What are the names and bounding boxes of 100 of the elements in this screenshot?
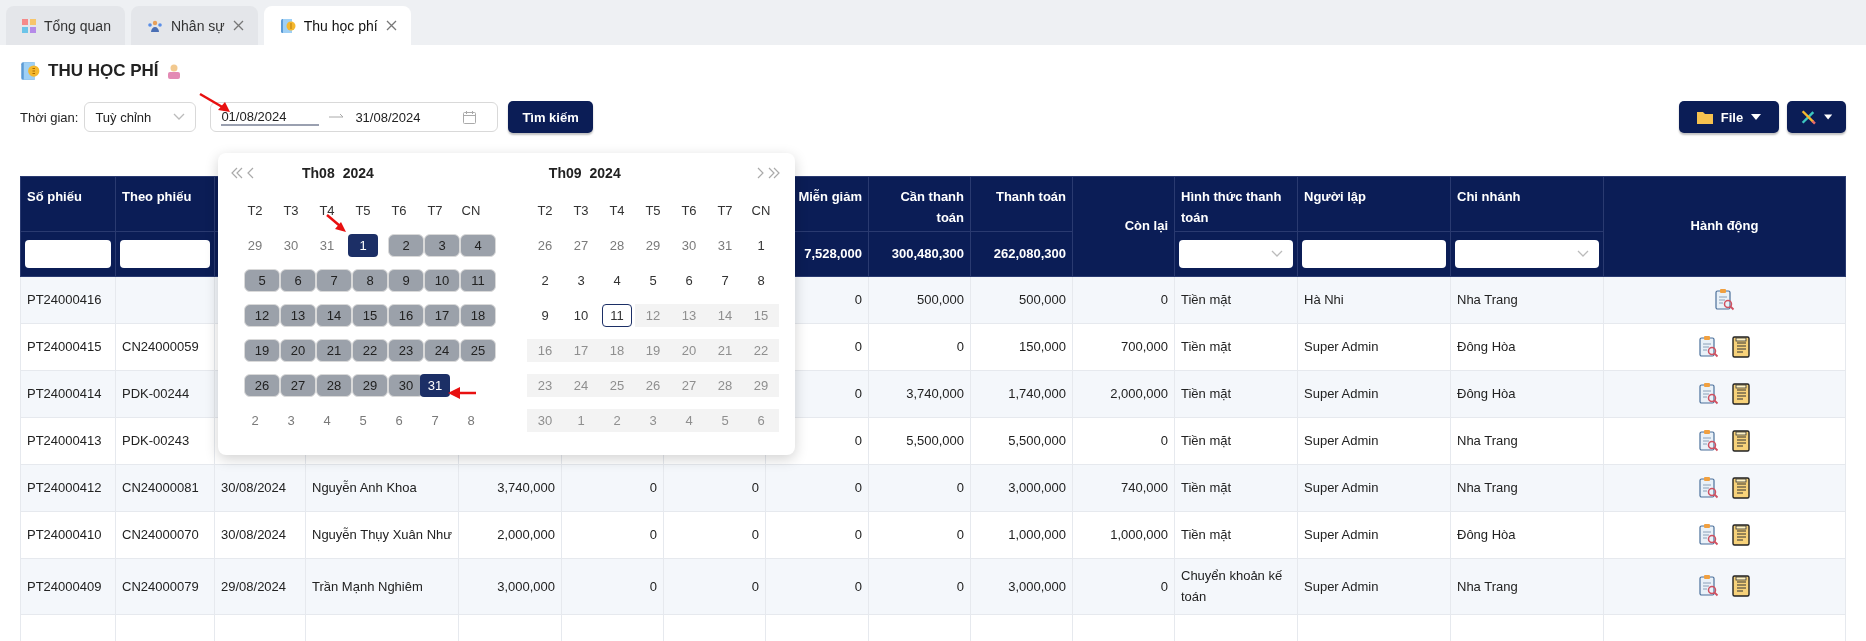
clipboard-search-icon[interactable]	[1697, 574, 1720, 599]
filter-input[interactable]	[120, 240, 210, 268]
calendar-day[interactable]: 3	[563, 269, 599, 292]
calendar-day[interactable]: 3	[273, 409, 309, 432]
tools-button[interactable]	[1787, 101, 1846, 133]
calendar-day[interactable]: 11	[460, 269, 496, 292]
tab[interactable]: Nhân sự	[130, 6, 258, 45]
calendar-day[interactable]: 7	[707, 269, 743, 292]
column-header: Hình thức thanh toán	[1181, 189, 1282, 225]
weekday-label: T6	[391, 203, 407, 218]
calendar-day[interactable]: 31	[309, 234, 345, 257]
calendar-day[interactable]: 22	[352, 339, 388, 362]
calendar-day[interactable]: 8	[352, 269, 388, 292]
calendar-day[interactable]: 10	[563, 304, 599, 327]
calendar-day[interactable]: 5	[635, 269, 671, 292]
calendar-day[interactable]: 31	[420, 374, 450, 397]
info-document-icon[interactable]	[1729, 476, 1752, 500]
calendar-day[interactable]: 6	[381, 409, 417, 432]
calendar-day[interactable]: 31	[707, 234, 743, 257]
info-document-icon[interactable]	[1729, 574, 1752, 599]
calendar-day[interactable]: 1	[348, 234, 378, 257]
calendar-day[interactable]: 16	[388, 304, 424, 327]
info-document-icon[interactable]	[1729, 335, 1752, 359]
calendar-day[interactable]: 28	[599, 234, 635, 257]
close-icon[interactable]	[385, 20, 397, 31]
filter-input[interactable]	[25, 240, 111, 268]
calendar-day[interactable]: 4	[599, 269, 635, 292]
table-cell: 0	[956, 578, 964, 594]
weekday-label: CN	[461, 203, 481, 218]
clipboard-search-icon[interactable]	[1697, 476, 1720, 500]
calendar-day[interactable]: 19	[244, 339, 280, 362]
calendar-day[interactable]: 26	[527, 234, 563, 257]
table-cell: 0	[649, 578, 657, 594]
calendar-day[interactable]: 30	[671, 234, 707, 257]
filter-input[interactable]	[1302, 240, 1446, 268]
calendar-day[interactable]: 29	[352, 374, 388, 397]
calendar-day[interactable]: 24	[424, 339, 460, 362]
annotation-arrow	[325, 213, 347, 233]
calendar-day[interactable]: 28	[316, 374, 352, 397]
clipboard-search-icon[interactable]	[1697, 523, 1720, 547]
calendar-day[interactable]: 15	[352, 304, 388, 327]
double-chevron-left-icon[interactable]	[230, 167, 244, 179]
tab[interactable]: Thu học phí	[263, 6, 411, 45]
calendar-day[interactable]: 14	[316, 304, 352, 327]
calendar-day[interactable]: 11	[602, 304, 632, 327]
calendar-day[interactable]: 17	[424, 304, 460, 327]
calendar-day[interactable]: 7	[316, 269, 352, 292]
calendar-day[interactable]: 21	[316, 339, 352, 362]
calendar-day[interactable]: 30	[273, 234, 309, 257]
double-chevron-right-icon[interactable]	[767, 167, 781, 179]
calendar-day[interactable]: 9	[388, 269, 424, 292]
info-document-icon[interactable]	[1729, 523, 1752, 547]
calendar-day[interactable]: 4	[309, 409, 345, 432]
table-cell: 2,000,000	[1110, 386, 1168, 402]
calendar-day[interactable]: 20	[280, 339, 316, 362]
year-title[interactable]: 2024	[589, 165, 621, 181]
file-button[interactable]: File	[1679, 101, 1779, 133]
calendar-day[interactable]: 4	[460, 234, 496, 257]
tab[interactable]: Tổng quan	[6, 6, 125, 45]
calendar-day[interactable]: 23	[388, 339, 424, 362]
calendar-day[interactable]: 27	[280, 374, 316, 397]
date-range-field[interactable]: 01/08/2024 31/08/2024	[210, 102, 499, 132]
calendar-day[interactable]: 8	[453, 409, 489, 432]
calendar-day[interactable]: 2	[527, 269, 563, 292]
calendar-day[interactable]: 8	[743, 269, 779, 292]
clipboard-search-icon[interactable]	[1697, 382, 1720, 406]
calendar-day[interactable]: 10	[424, 269, 460, 292]
info-document-icon[interactable]	[1729, 429, 1752, 453]
period-select[interactable]: Tuỳ chỉnh	[84, 102, 197, 132]
clipboard-search-icon[interactable]	[1697, 429, 1720, 453]
calendar-day[interactable]: 12	[244, 304, 280, 327]
table-cell: 0	[854, 339, 862, 355]
calendar-day[interactable]: 2	[237, 409, 273, 432]
calendar-day[interactable]: 6	[280, 269, 316, 292]
calendar-day[interactable]: 13	[280, 304, 316, 327]
close-icon[interactable]	[232, 20, 244, 31]
calendar-day[interactable]: 9	[527, 304, 563, 327]
page-title: THU HỌC PHÍ	[48, 61, 159, 81]
table-cell: 0	[649, 480, 657, 496]
month-title[interactable]: Th09	[548, 165, 582, 181]
clipboard-search-icon[interactable]	[1713, 288, 1736, 312]
calendar-day[interactable]: 18	[460, 304, 496, 327]
year-title[interactable]: 2024	[342, 165, 374, 181]
calendar-day[interactable]: 5	[345, 409, 381, 432]
column-total: 262,080,300	[993, 245, 1066, 261]
info-document-icon[interactable]	[1729, 382, 1752, 406]
calendar-day[interactable]: 29	[237, 234, 273, 257]
calendar-day[interactable]: 2	[388, 234, 424, 257]
clipboard-search-icon[interactable]	[1697, 335, 1720, 359]
calendar-day[interactable]: 25	[460, 339, 496, 362]
calendar-day[interactable]: 3	[424, 234, 460, 257]
calendar-day[interactable]: 5	[244, 269, 280, 292]
calendar-day[interactable]: 29	[635, 234, 671, 257]
calendar-day[interactable]: 26	[244, 374, 280, 397]
calendar-day[interactable]: 7	[417, 409, 453, 432]
calendar-day[interactable]: 6	[671, 269, 707, 292]
search-button[interactable]: Tìm kiếm	[508, 101, 593, 133]
calendar-day[interactable]: 1	[743, 234, 779, 257]
calendar-day[interactable]: 27	[563, 234, 599, 257]
month-title[interactable]: Th08	[302, 165, 335, 181]
